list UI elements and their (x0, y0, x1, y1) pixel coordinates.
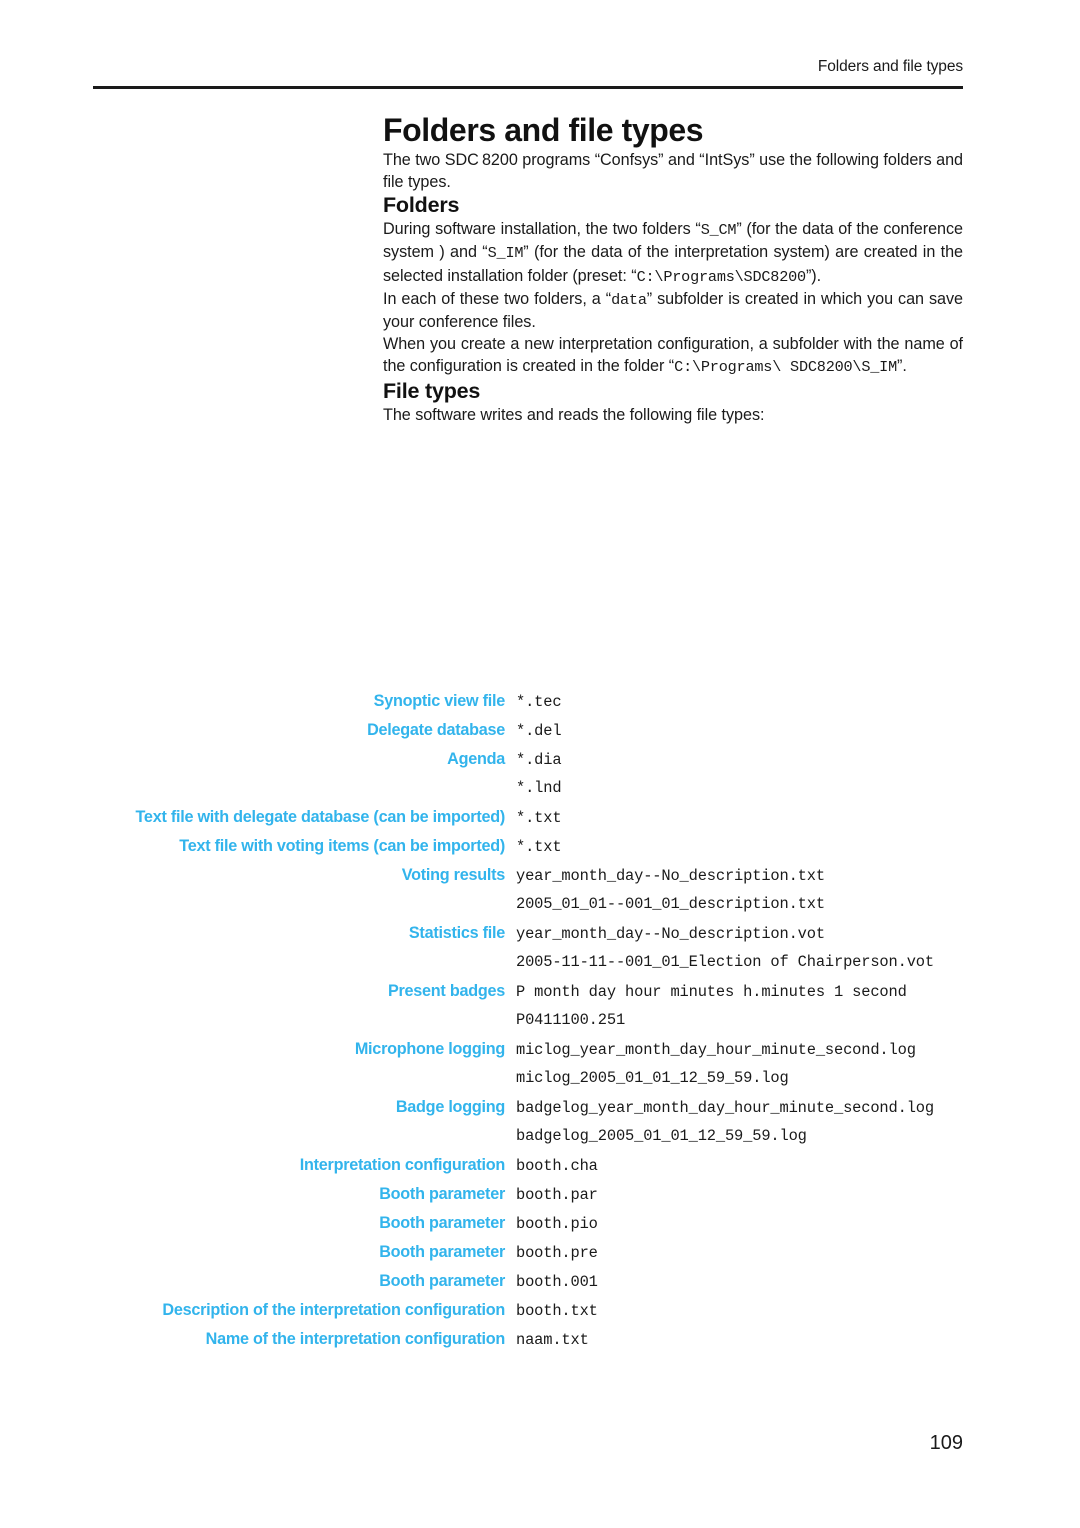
text-span: In each of these two folders, a “ (383, 289, 612, 308)
file-type-label: Booth parameter (379, 1243, 505, 1261)
table-row: 2005_01_01--001_01_description.txt (93, 895, 963, 924)
file-type-value: *.txt (516, 809, 562, 827)
file-type-value: P0411100.251 (516, 1011, 626, 1029)
file-type-value: booth.txt (516, 1302, 598, 1320)
file-type-value: naam.txt (516, 1331, 589, 1349)
file-type-value: booth.par (516, 1186, 598, 1204)
table-row: 2005-11-11--001_01_Election of Chairpers… (93, 953, 963, 982)
file-type-label: Badge logging (395, 1098, 505, 1116)
file-type-label (93, 1011, 516, 1040)
file-type-label (93, 779, 516, 808)
table-row: Synoptic view file *.tec (93, 692, 963, 721)
code-span: C:\Programs\SDC8200 (636, 267, 807, 286)
file-type-label: Name of the interpretation configuration (205, 1330, 506, 1348)
table-row: Voting results year_month_day--No_descrip… (93, 866, 963, 895)
file-type-value: badgelog_2005_01_01_12_59_59.log (516, 1127, 807, 1145)
section-heading-file-types: File types (383, 378, 481, 403)
code-span: S_CM (700, 221, 737, 240)
running-header: Folders and file types (93, 58, 963, 76)
table-row: Microphone logging miclog_year_month_day_… (93, 1040, 963, 1069)
file-type-value: P month day hour minutes h.minutes 1 sec… (516, 983, 907, 1001)
table-row: Present badges P month day hour minutes h… (93, 982, 963, 1011)
file-type-value: *.txt (516, 838, 562, 856)
file-type-label: Booth parameter (379, 1272, 505, 1290)
file-type-value: *.tec (516, 693, 562, 711)
table-row: miclog_2005_01_01_12_59_59.log (93, 1069, 963, 1098)
table-row: Badge logging badgelog_year_month_day_hou… (93, 1098, 963, 1127)
file-type-label: Delegate database (367, 721, 505, 739)
file-types-table: Synoptic view file *.tec Delegate database… (93, 692, 963, 1359)
table-row: Text file with delegate database (can be… (93, 808, 963, 837)
table-row: Description of the interpretation config… (93, 1301, 963, 1330)
file-type-value: year_month_day--No_description.vot (516, 925, 825, 943)
file-type-label (93, 1069, 516, 1098)
table-row: Booth parameter booth.par (93, 1185, 963, 1214)
file-type-label (93, 953, 516, 982)
table-row: P0411100.251 (93, 1011, 963, 1040)
file-type-label (93, 895, 516, 924)
table-row: Agenda *.dia (93, 750, 963, 779)
file-type-label: Interpretation configuration (299, 1156, 505, 1174)
table-row: Text file with voting items (can be impo… (93, 837, 963, 866)
file-types-table-body: Synoptic view file *.tec Delegate database… (93, 692, 963, 1359)
section-heading-folders: Folders (383, 193, 460, 218)
file-type-value: *.del (516, 722, 562, 740)
text-span: ”). (805, 266, 822, 285)
code-span: C:\Programs\ SDC8200\S_IM (674, 358, 898, 377)
file-type-value: miclog_year_month_day_hour_minute_second… (516, 1041, 916, 1059)
table-row: *.lnd (93, 779, 963, 808)
content-column: Folders and file types The two SDC 8200 … (383, 112, 963, 426)
text-span: The software writes and reads the follow… (383, 405, 765, 424)
file-type-value: 2005-11-11--001_01_Election of Chairpers… (516, 953, 934, 971)
file-type-value: booth.pre (516, 1244, 598, 1262)
table-row: Booth parameter booth.pio (93, 1214, 963, 1243)
file-type-label: Synoptic view file (373, 692, 506, 710)
table-row: Name of the interpretation configuration… (93, 1330, 963, 1359)
file-type-value: booth.pio (516, 1215, 598, 1233)
file-type-label: Text file with voting items (can be impo… (179, 837, 505, 855)
file-type-label (93, 1127, 516, 1156)
file-type-label: Microphone logging (354, 1040, 505, 1058)
file-type-label: Booth parameter (379, 1185, 505, 1203)
page-title: Folders and file types (383, 112, 704, 148)
file-type-label: Text file with delegate database (can be… (135, 808, 506, 826)
file-type-label: Present badges (387, 982, 505, 1000)
code-span: data (611, 290, 647, 309)
file-type-value: badgelog_year_month_day_hour_minute_seco… (516, 1099, 934, 1117)
running-header-text: Folders and file types (817, 58, 963, 75)
table-row: Interpretation configuration booth.cha (93, 1156, 963, 1185)
intro-paragraph: The two SDC 8200 programs “Confsys” and … (383, 150, 963, 191)
text-span: During software installation, the two fo… (383, 220, 701, 239)
folders-paragraph-1: During software installation, the two fo… (383, 218, 963, 288)
file-type-label: Agenda (447, 750, 505, 768)
file-type-label: Statistics file (408, 924, 505, 942)
table-row: Delegate database *.del (93, 721, 963, 750)
file-type-value: year_month_day--No_description.txt (516, 867, 825, 885)
file-type-value: *.lnd (516, 779, 562, 797)
code-span: S_IM (487, 244, 524, 263)
file-types-intro: The software writes and reads the follow… (383, 404, 963, 426)
folders-paragraph-2: In each of these two folders, a “data” s… (383, 288, 963, 333)
file-type-value: *.dia (516, 751, 562, 769)
table-row: Booth parameter booth.pre (93, 1243, 963, 1272)
file-type-label: Description of the interpretation config… (162, 1301, 505, 1319)
table-row: badgelog_2005_01_01_12_59_59.log (93, 1127, 963, 1156)
page-number: 109 (929, 1432, 963, 1454)
file-type-value: miclog_2005_01_01_12_59_59.log (516, 1069, 789, 1087)
table-row: Booth parameter booth.001 (93, 1272, 963, 1301)
folders-paragraph-3: When you create a new interpretation con… (383, 333, 963, 378)
file-type-value: booth.cha (516, 1157, 598, 1175)
header-rule (93, 86, 963, 89)
document-page: Folders and file types Folders and file … (0, 0, 1080, 1528)
file-type-value: booth.001 (516, 1273, 598, 1291)
table-row: Statistics file year_month_day--No_descri… (93, 924, 963, 953)
file-type-label: Booth parameter (379, 1214, 505, 1232)
text-span: ”. (897, 357, 907, 376)
file-type-value: 2005_01_01--001_01_description.txt (516, 895, 825, 913)
file-type-label: Voting results (401, 866, 505, 884)
